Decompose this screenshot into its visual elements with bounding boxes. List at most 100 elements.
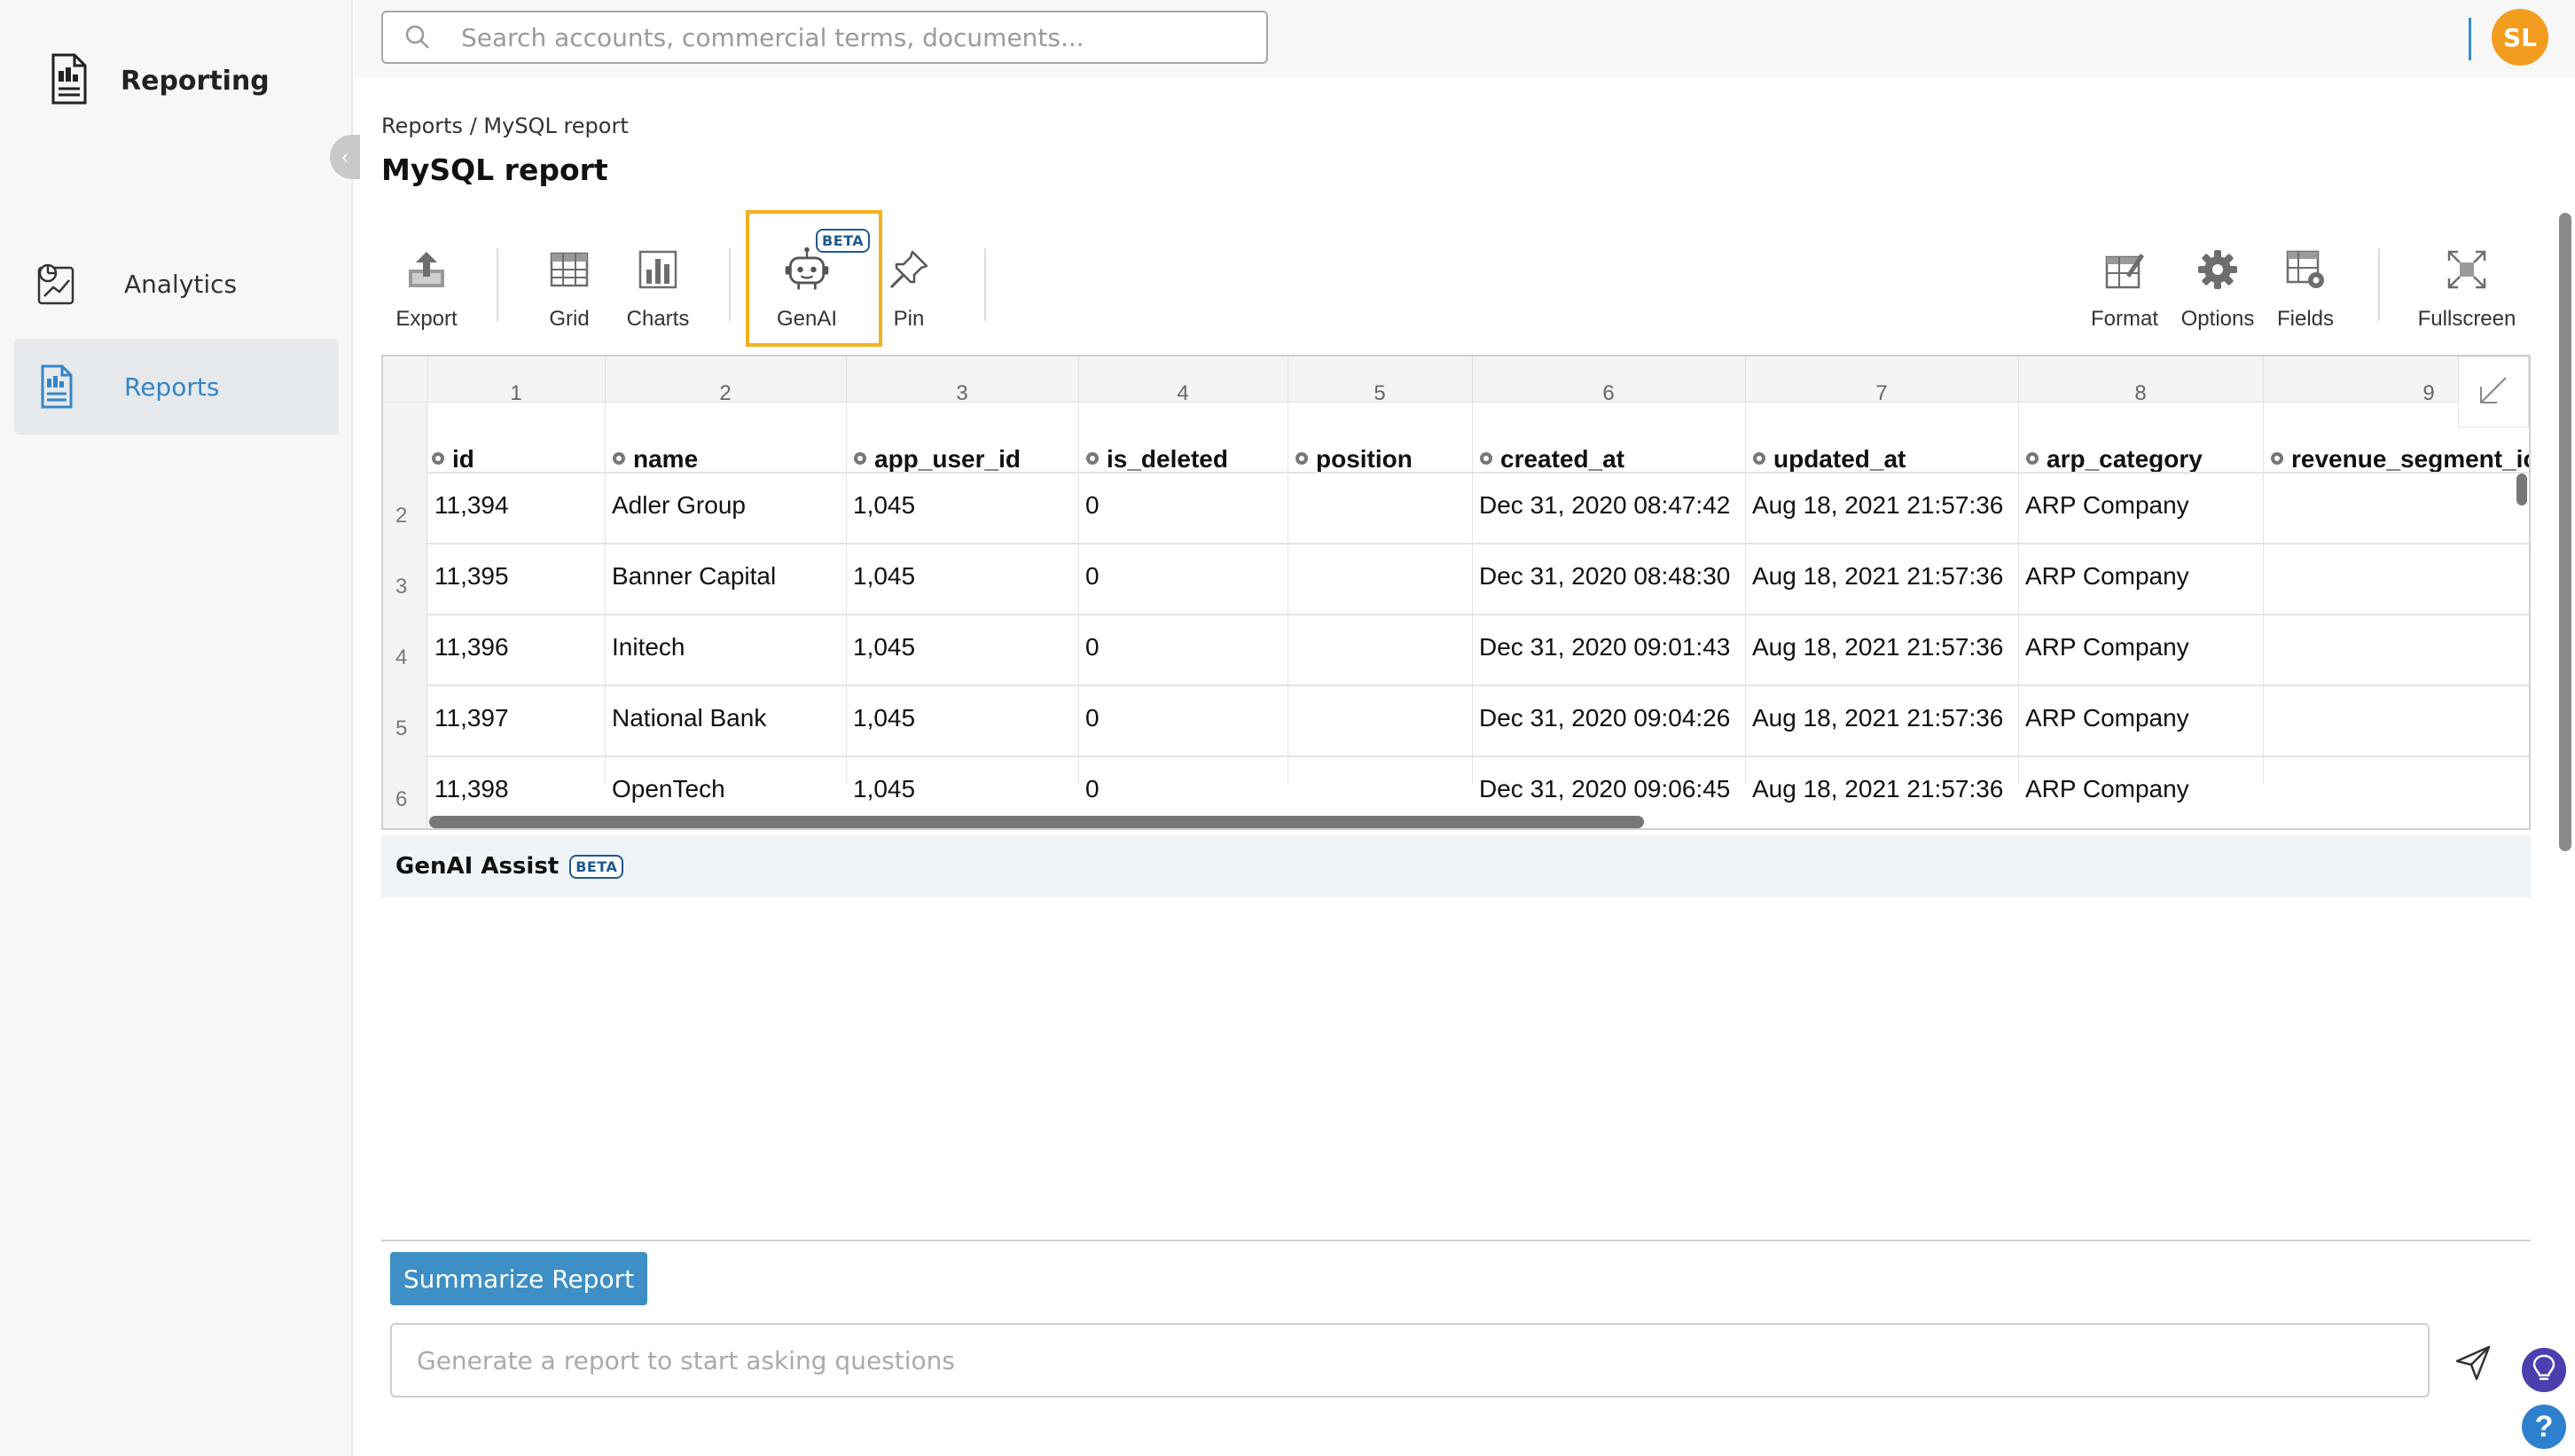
table-cell[interactable]: Initech [612,633,685,661]
table-cell[interactable]: ARP Company [2025,633,2189,661]
column-divider [1472,403,1473,784]
assist-divider [381,1240,2531,1241]
sidebar-item-reports[interactable]: Reports [14,339,339,434]
gear-icon[interactable] [2268,445,2286,474]
column-number[interactable]: 7 [1745,381,2018,406]
table-cell[interactable]: 1,045 [853,633,915,661]
column-divider [605,403,606,784]
table-cell[interactable]: Adler Group [612,491,746,520]
grid-vertical-scrollbar[interactable] [2516,474,2527,505]
grid-corner-button[interactable] [2458,356,2529,427]
genai-button[interactable]: GenAI [771,245,842,337]
row-number-gutter [383,403,427,828]
table-cell[interactable]: 1,045 [853,775,915,803]
page-vertical-scrollbar[interactable] [2559,213,2571,851]
page-title: MySQL report [381,153,608,187]
gear-icon[interactable] [1084,445,1101,474]
fields-button[interactable]: Fields [2277,245,2334,337]
tips-button[interactable] [2522,1348,2566,1392]
gear-icon[interactable] [429,445,447,474]
table-cell[interactable]: Aug 18, 2021 21:57:36 [1752,633,2003,661]
table-cell[interactable]: Dec 31, 2020 09:06:45 [1479,775,1730,803]
column-number[interactable]: 1 [427,381,605,406]
column-number[interactable]: 4 [1078,381,1288,406]
column-divider [2018,403,2019,784]
table-cell[interactable]: ARP Company [2025,562,2189,591]
column-header-arp-category[interactable]: arp_category [2023,445,2203,474]
table-cell[interactable]: 0 [1085,704,1100,732]
table-cell[interactable]: 11,395 [434,562,509,591]
table-cell[interactable]: 0 [1085,562,1100,591]
column-divider [1078,403,1079,784]
gear-icon[interactable] [1477,445,1495,474]
table-cell[interactable]: 1,045 [853,491,915,520]
gear-icon[interactable] [1293,445,1311,474]
table-cell[interactable]: Aug 18, 2021 21:57:36 [1752,491,2003,520]
question-mark-icon: ? [2534,1409,2554,1444]
gear-icon[interactable] [851,445,869,474]
user-avatar[interactable]: SL [2492,9,2548,66]
table-cell[interactable]: National Bank [612,704,766,732]
sidebar-item-label: Reports [124,372,220,402]
search-input[interactable] [461,22,1259,52]
column-number[interactable]: 3 [846,381,1078,406]
table-cell[interactable]: Aug 18, 2021 21:57:36 [1752,704,2003,732]
table-cell[interactable]: 0 [1085,775,1100,803]
column-header-revenue-segment-id[interactable]: revenue_segment_ic [2268,445,2531,474]
format-button[interactable]: Format [2087,245,2162,337]
column-header-name[interactable]: name [610,445,698,474]
table-cell[interactable]: 0 [1085,633,1100,661]
column-header-app-user-id[interactable]: app_user_id [851,445,1021,474]
horizontal-scrollbar[interactable] [429,816,1644,828]
data-grid[interactable]: 1 2 3 4 5 6 7 8 9 id name app_user_id is… [381,355,2531,830]
fullscreen-label: Fullscreen [2417,307,2516,331]
column-header-label: revenue_segment_ic [2291,445,2531,473]
ask-question-input[interactable]: Generate a report to start asking questi… [390,1323,2430,1397]
table-cell[interactable]: 0 [1085,491,1100,520]
help-button[interactable]: ? [2522,1405,2566,1449]
column-number[interactable]: 2 [605,381,846,406]
options-button[interactable]: Options [2180,245,2256,337]
search-box[interactable] [381,11,1268,64]
grid-button[interactable]: Grid [543,245,596,337]
column-number[interactable]: 6 [1472,381,1745,406]
pin-button[interactable]: Pin [888,245,929,337]
summarize-report-button[interactable]: Summarize Report [390,1252,647,1305]
export-button[interactable]: Export [393,245,460,337]
table-cell[interactable]: 11,397 [434,704,509,732]
fullscreen-button[interactable]: Fullscreen [2415,245,2518,337]
table-cell[interactable]: 11,396 [434,633,509,661]
row-number: 6 [395,787,408,811]
table-cell[interactable]: Aug 18, 2021 21:57:36 [1752,562,2003,591]
table-cell[interactable]: ARP Company [2025,775,2189,803]
column-number[interactable]: 8 [2018,381,2263,406]
gear-icon[interactable] [1750,445,1768,474]
gear-icon[interactable] [610,445,628,474]
column-header-is-deleted[interactable]: is_deleted [1084,445,1228,474]
gear-icon[interactable] [2023,445,2041,474]
column-number-row: 1 2 3 4 5 6 7 8 9 [383,356,2529,406]
sidebar-item-analytics[interactable]: Analytics [14,236,339,332]
column-header-id[interactable]: id [429,445,474,474]
format-label: Format [2090,307,2158,331]
table-cell[interactable]: Banner Capital [612,562,776,591]
table-cell[interactable]: 11,394 [434,491,509,520]
brand: Reporting [46,51,270,111]
table-cell[interactable]: Aug 18, 2021 21:57:36 [1752,775,2003,803]
charts-button[interactable]: Charts [622,245,693,337]
table-cell[interactable]: Dec 31, 2020 09:01:43 [1479,633,1730,661]
column-header-updated-at[interactable]: updated_at [1750,445,1906,474]
table-cell[interactable]: Dec 31, 2020 09:04:26 [1479,704,1730,732]
table-cell[interactable]: Dec 31, 2020 08:48:30 [1479,562,1730,591]
table-cell[interactable]: 11,398 [434,775,509,803]
column-header-created-at[interactable]: created_at [1477,445,1624,474]
table-cell[interactable]: 1,045 [853,704,915,732]
table-cell[interactable]: ARP Company [2025,491,2189,520]
table-cell[interactable]: Dec 31, 2020 08:47:42 [1479,491,1730,520]
column-number[interactable]: 5 [1288,381,1472,406]
table-cell[interactable]: 1,045 [853,562,915,591]
send-button[interactable] [2451,1342,2495,1387]
column-header-position[interactable]: position [1293,445,1413,474]
table-cell[interactable]: ARP Company [2025,704,2189,732]
table-cell[interactable]: OpenTech [612,775,725,803]
